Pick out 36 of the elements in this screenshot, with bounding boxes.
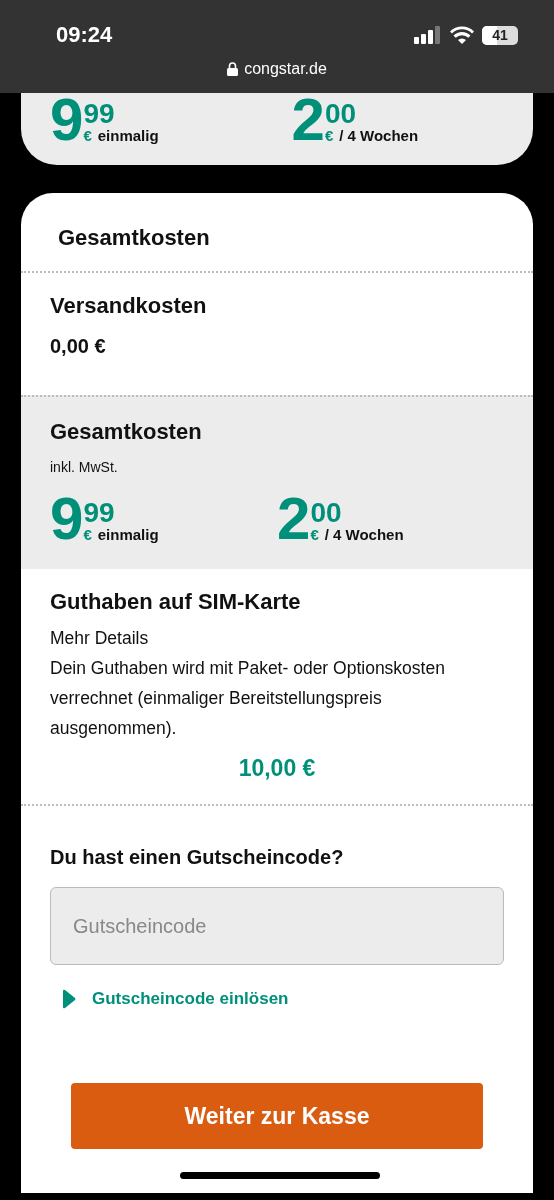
- price-cents: 99: [83, 101, 116, 127]
- url-text[interactable]: congstar.de: [244, 60, 327, 78]
- currency-sign: €: [83, 127, 92, 144]
- details-link[interactable]: Mehr Details: [50, 623, 504, 653]
- total-label: Gesamtkosten: [50, 419, 203, 445]
- price-cents: 99: [83, 500, 116, 526]
- price-cents: 00: [324, 101, 358, 127]
- price-period: / 4 Wochen: [339, 127, 419, 144]
- signal-icon: [414, 26, 442, 44]
- price-euros: 2: [277, 495, 309, 543]
- currency-sign: €: [83, 526, 92, 543]
- currency-sign: €: [310, 526, 319, 543]
- vat-note: inkl. MwSt.: [50, 459, 119, 475]
- summary-title: Gesamtkosten: [21, 193, 533, 273]
- shipping-label: Versandkosten: [50, 293, 208, 319]
- price-euros: 2: [291, 96, 323, 144]
- shipping-value: 0,00 €: [50, 335, 107, 358]
- voucher-question: Du hast einen Gutscheincode?: [50, 846, 345, 869]
- price-period: / 4 Wochen: [324, 526, 404, 543]
- price-euros: 9: [50, 495, 82, 543]
- credit-amount: 10,00 €: [237, 755, 317, 782]
- lock-icon: [227, 62, 239, 76]
- triangle-icon: [62, 989, 76, 1009]
- price-euros: 9: [50, 96, 82, 144]
- currency-sign: €: [324, 127, 334, 144]
- wifi-icon: [450, 26, 474, 44]
- price-cents: 00: [310, 500, 343, 526]
- redeem-link[interactable]: Gutscheincode einlösen: [62, 989, 289, 1009]
- credit-label: Guthaben auf SIM-Karte: [50, 589, 302, 615]
- clock: 09:24: [56, 22, 113, 48]
- checkout-button[interactable]: Weiter zur Kasse: [71, 1083, 483, 1149]
- voucher-field[interactable]: Gutscheincode: [50, 887, 504, 965]
- price-period: einmalig: [97, 526, 159, 543]
- credit-description: Dein Guthaben wird mit Paket- oder Optionskosten verrechnet (einmaliger Bereitstellungspreis ausgenommen).: [50, 657, 446, 740]
- price-period: einmalig: [97, 127, 159, 144]
- battery-icon: 41: [482, 25, 518, 45]
